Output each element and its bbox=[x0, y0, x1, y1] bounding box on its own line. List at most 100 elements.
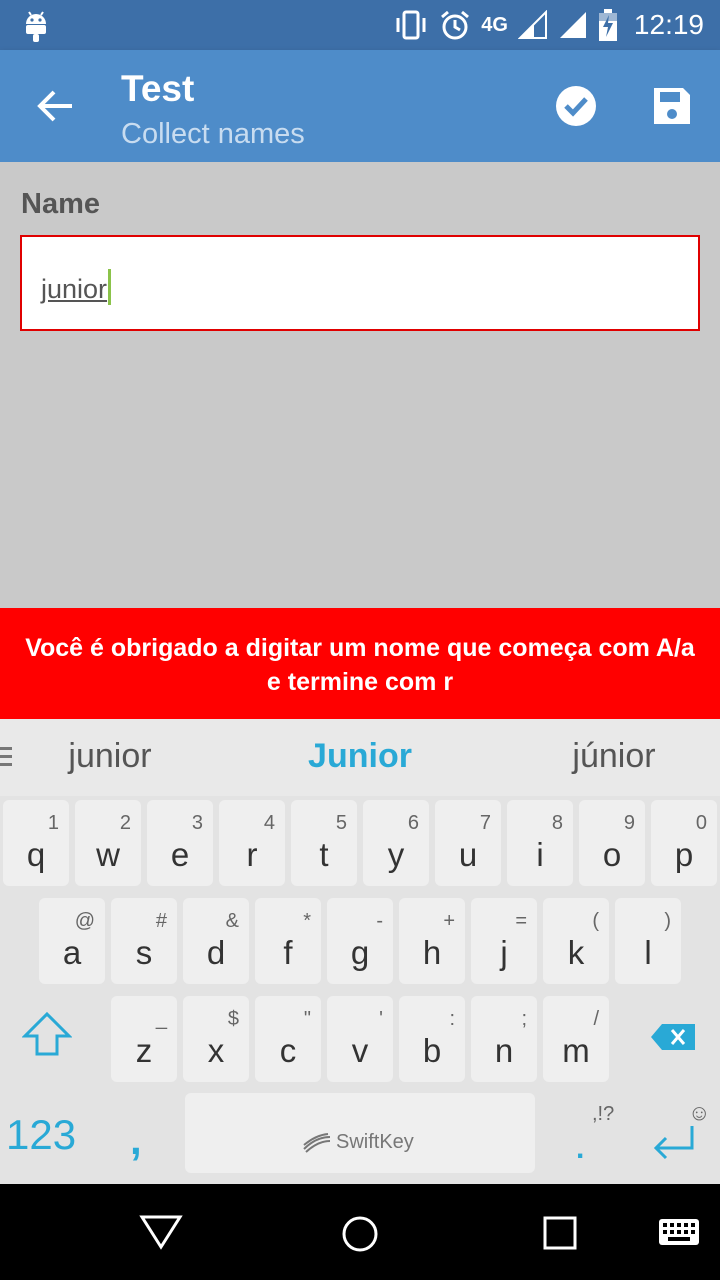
key-z[interactable]: _ z bbox=[111, 996, 177, 1082]
key-h[interactable]: + h bbox=[399, 898, 465, 984]
home-circle-icon[interactable] bbox=[340, 1214, 380, 1254]
key-label: m bbox=[562, 1032, 590, 1069]
key-j[interactable]: = j bbox=[471, 898, 537, 984]
swiftkey-label: SwiftKey bbox=[336, 1131, 414, 1153]
key-b[interactable]: :b bbox=[399, 996, 465, 1082]
key-label: k bbox=[567, 934, 585, 971]
key-label: c bbox=[279, 1032, 297, 1069]
shift-icon[interactable] bbox=[22, 1011, 72, 1057]
key-r[interactable]: 4r bbox=[219, 800, 285, 886]
key-alt-label: @ bbox=[74, 910, 95, 932]
name-input[interactable]: junior bbox=[20, 235, 700, 331]
key-label: q bbox=[26, 836, 46, 873]
key-alt-label: 3 bbox=[191, 812, 203, 834]
key-label: h bbox=[422, 934, 442, 971]
clock: 12:19 bbox=[633, 9, 704, 40]
navigation-bar bbox=[0, 1184, 720, 1280]
key-label: v bbox=[351, 1032, 369, 1069]
key-w[interactable]: 2w bbox=[75, 800, 141, 886]
key-alt-label: 0 bbox=[695, 812, 707, 834]
signal-icon bbox=[559, 12, 586, 38]
backspace-icon[interactable] bbox=[650, 1023, 696, 1051]
key-label: t bbox=[319, 836, 329, 873]
key-g[interactable]: -g bbox=[327, 898, 393, 984]
key-q[interactable]: 1q bbox=[3, 800, 69, 886]
recents-square-icon[interactable] bbox=[543, 1216, 577, 1250]
keyboard-icon[interactable] bbox=[658, 1218, 700, 1246]
key-alt-label: 6 bbox=[407, 812, 419, 834]
status-bar: 4G 12:19 bbox=[0, 0, 720, 50]
back-arrow-icon[interactable] bbox=[34, 84, 78, 128]
save-icon[interactable] bbox=[650, 84, 694, 128]
form-area: Name junior bbox=[0, 162, 720, 608]
period-key-label: . bbox=[576, 1132, 585, 1165]
key-alt-label: / bbox=[593, 1008, 599, 1030]
key-m[interactable]: / m bbox=[543, 996, 609, 1082]
key-label: j bbox=[500, 934, 508, 971]
key-alt-label: = bbox=[515, 910, 527, 932]
key-alt-label: # bbox=[155, 910, 167, 932]
key-u[interactable]: 7u bbox=[435, 800, 501, 886]
key-v[interactable]: ' v bbox=[327, 996, 393, 1082]
suggestion-left[interactable]: junior bbox=[10, 737, 210, 776]
key-label: z bbox=[135, 1032, 153, 1069]
key-f[interactable]: * f bbox=[255, 898, 321, 984]
back-triangle-icon[interactable] bbox=[139, 1214, 183, 1250]
key-label: l bbox=[644, 934, 652, 971]
check-circle-icon[interactable] bbox=[554, 84, 598, 128]
key-alt-label: _ bbox=[155, 1008, 167, 1030]
suggestion-right[interactable]: júnior bbox=[514, 737, 714, 776]
key-label: x bbox=[207, 1032, 225, 1069]
alarm-icon bbox=[441, 10, 470, 40]
key-d[interactable]: & d bbox=[183, 898, 249, 984]
name-field-label: Name bbox=[21, 188, 100, 220]
key-t[interactable]: 5t bbox=[291, 800, 357, 886]
name-input-value[interactable]: junior bbox=[41, 269, 112, 305]
key-alt-label: 2 bbox=[119, 812, 131, 834]
key-p[interactable]: 0p bbox=[651, 800, 717, 886]
key-alt-label: * bbox=[303, 910, 311, 932]
network-type-label: 4G bbox=[481, 13, 508, 36]
key-alt-label: 7 bbox=[479, 812, 491, 834]
key-alt-label: 4 bbox=[263, 812, 275, 834]
key-label: e bbox=[170, 836, 190, 873]
suggestion-bar: junior Junior júnior bbox=[0, 719, 720, 796]
key-alt-label: ( bbox=[592, 910, 599, 932]
key-alt-label: " bbox=[303, 1008, 311, 1030]
key-y[interactable]: 6y bbox=[363, 800, 429, 886]
key-e[interactable]: 3e bbox=[147, 800, 213, 886]
key-alt-label: + bbox=[443, 910, 455, 932]
page-title: Test bbox=[121, 68, 195, 109]
error-message: Você é obrigado a digitar um nome que co… bbox=[0, 608, 720, 719]
key-k[interactable]: (k bbox=[543, 898, 609, 984]
key-label: r bbox=[246, 836, 258, 873]
key-l[interactable]: ) l bbox=[615, 898, 681, 984]
key-o[interactable]: 9o bbox=[579, 800, 645, 886]
key-alt-label: $ bbox=[227, 1008, 239, 1030]
key-alt-label: & bbox=[225, 910, 239, 932]
key-alt-label: ' bbox=[379, 1008, 383, 1030]
enter-icon[interactable] bbox=[650, 1122, 696, 1162]
key-label: s bbox=[135, 934, 153, 971]
key-label: n bbox=[494, 1032, 514, 1069]
comma-key[interactable]: , bbox=[130, 1116, 142, 1164]
numbers-key[interactable]: 123 bbox=[6, 1111, 76, 1159]
key-s[interactable]: # s bbox=[111, 898, 177, 984]
key-c[interactable]: " c bbox=[255, 996, 321, 1082]
suggestion-center[interactable]: Junior bbox=[260, 737, 460, 776]
key-alt-label: : bbox=[449, 1008, 455, 1030]
key-label: o bbox=[602, 836, 622, 873]
soft-keyboard: 1q2w3e4r5t6y7u8i9o0p @ a # s & d * f - g + h = j(k) l … bbox=[0, 796, 720, 1184]
key-n[interactable]: ; n bbox=[471, 996, 537, 1082]
key-label: b bbox=[422, 1032, 442, 1069]
key-alt-label: ) bbox=[664, 910, 671, 932]
key-i[interactable]: 8i bbox=[507, 800, 573, 886]
key-x[interactable]: $ x bbox=[183, 996, 249, 1082]
key-alt-label: ; bbox=[521, 1008, 527, 1030]
key-label: u bbox=[458, 836, 478, 873]
key-alt-label: 9 bbox=[623, 812, 635, 834]
key-label: i bbox=[536, 836, 544, 873]
app-bar: Test Collect names bbox=[0, 50, 720, 162]
key-a[interactable]: @ a bbox=[39, 898, 105, 984]
swiftkey-logo: SwiftKey bbox=[302, 1131, 414, 1154]
